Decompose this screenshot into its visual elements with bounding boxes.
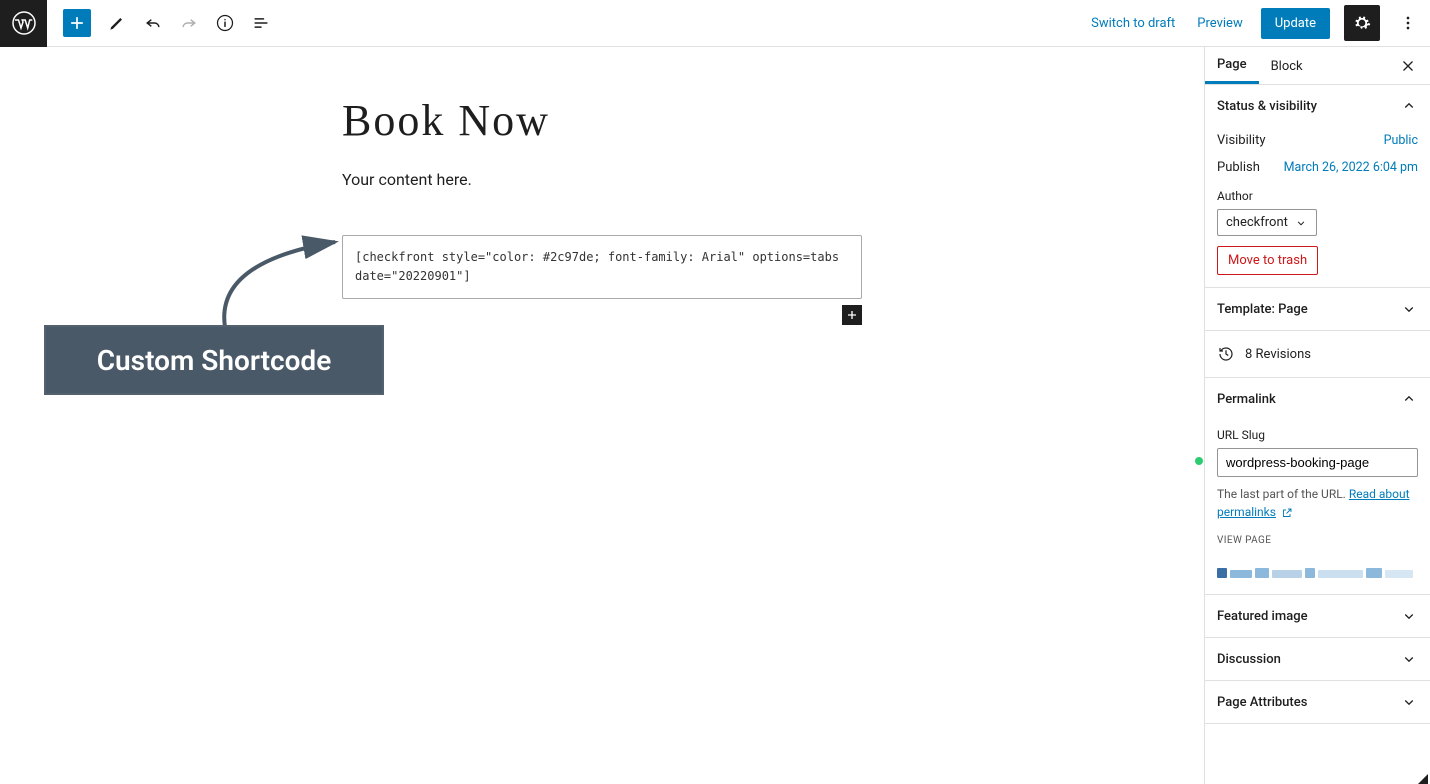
panel-permalink-head[interactable]: Permalink	[1205, 378, 1430, 420]
redo-button[interactable]	[171, 5, 207, 41]
top-toolbar: Switch to draft Preview Update	[0, 0, 1430, 47]
revisions-label: 8 Revisions	[1245, 347, 1311, 362]
panel-template-title: Template: Page	[1217, 302, 1308, 317]
panel-discussion-title: Discussion	[1217, 652, 1281, 667]
page-title[interactable]: Book Now	[342, 95, 1204, 146]
panel-featured-head[interactable]: Featured image	[1205, 595, 1430, 637]
panel-featured-title: Featured image	[1217, 609, 1308, 624]
editor-canvas: Book Now Your content here. [checkfront …	[0, 47, 1204, 784]
history-icon	[1217, 345, 1235, 363]
annotation-arrow	[205, 227, 355, 337]
toolbar-left	[47, 5, 279, 41]
update-button[interactable]: Update	[1261, 8, 1330, 39]
page-content[interactable]: Your content here.	[342, 170, 1204, 189]
panel-status: Status & visibility Visibility Public Pu…	[1205, 85, 1430, 288]
visibility-row: Visibility Public	[1217, 127, 1418, 154]
panel-featured-image: Featured image	[1205, 595, 1430, 638]
add-block-button[interactable]	[63, 9, 91, 37]
author-select[interactable]: checkfront	[1217, 209, 1317, 236]
chevron-down-icon	[1294, 216, 1308, 230]
publish-label: Publish	[1217, 160, 1260, 175]
undo-icon	[143, 13, 163, 33]
wordpress-icon	[12, 11, 36, 35]
move-to-trash-button[interactable]: Move to trash	[1217, 246, 1318, 275]
panel-status-body: Visibility Public Publish March 26, 2022…	[1205, 127, 1430, 287]
add-block-inline-button[interactable]	[842, 305, 862, 325]
panel-template: Template: Page	[1205, 288, 1430, 331]
revisions-row[interactable]: 8 Revisions	[1205, 331, 1430, 378]
resize-handle[interactable]	[1418, 774, 1428, 784]
gear-icon	[1352, 13, 1372, 33]
status-indicator-dot	[1195, 457, 1203, 465]
tab-page[interactable]: Page	[1205, 47, 1259, 84]
plus-icon	[844, 307, 860, 323]
publish-row: Publish March 26, 2022 6:04 pm	[1217, 154, 1418, 181]
panel-attributes-title: Page Attributes	[1217, 695, 1307, 710]
edit-tool-button[interactable]	[99, 5, 135, 41]
panel-discussion-head[interactable]: Discussion	[1205, 638, 1430, 680]
info-button[interactable]	[207, 5, 243, 41]
chevron-down-icon	[1400, 650, 1418, 668]
settings-sidebar: Page Block Status & visibility Visibilit…	[1204, 47, 1430, 784]
undo-button[interactable]	[135, 5, 171, 41]
redo-icon	[179, 13, 199, 33]
chevron-down-icon	[1400, 300, 1418, 318]
view-page-label: VIEW PAGE	[1217, 535, 1418, 546]
main-area: Book Now Your content here. [checkfront …	[0, 47, 1430, 784]
visibility-value[interactable]: Public	[1384, 133, 1418, 148]
annotation-label: Custom Shortcode	[44, 325, 384, 395]
close-icon	[1399, 57, 1417, 75]
chevron-up-icon	[1400, 97, 1418, 115]
settings-button[interactable]	[1344, 5, 1380, 41]
external-link-icon	[1281, 507, 1293, 519]
chevron-down-icon	[1400, 607, 1418, 625]
url-slug-label: URL Slug	[1217, 428, 1418, 442]
publish-value[interactable]: March 26, 2022 6:04 pm	[1284, 160, 1418, 175]
permalink-help-prefix: The last part of the URL.	[1217, 487, 1349, 501]
panel-permalink: Permalink URL Slug The last part of the …	[1205, 378, 1430, 595]
switch-to-draft-button[interactable]: Switch to draft	[1087, 10, 1179, 37]
more-options-button[interactable]	[1394, 5, 1422, 41]
author-label: Author	[1217, 189, 1418, 203]
panel-status-title: Status & visibility	[1217, 99, 1317, 114]
tab-block[interactable]: Block	[1259, 49, 1315, 83]
panel-template-head[interactable]: Template: Page	[1205, 288, 1430, 330]
panel-discussion: Discussion	[1205, 638, 1430, 681]
url-slug-input[interactable]	[1217, 448, 1418, 477]
sidebar-tabs: Page Block	[1205, 47, 1430, 85]
chevron-down-icon	[1400, 693, 1418, 711]
permalink-url-blurred[interactable]	[1217, 554, 1418, 578]
dots-vertical-icon	[1398, 13, 1418, 33]
list-icon	[251, 13, 271, 33]
permalink-help: The last part of the URL. Read about per…	[1217, 485, 1418, 521]
plus-icon	[67, 13, 87, 33]
shortcode-block[interactable]: [checkfront style="color: #2c97de; font-…	[342, 235, 862, 299]
preview-button[interactable]: Preview	[1193, 10, 1246, 37]
chevron-up-icon	[1400, 390, 1418, 408]
toolbar-right: Switch to draft Preview Update	[1087, 5, 1430, 41]
panel-attributes: Page Attributes	[1205, 681, 1430, 724]
close-sidebar-button[interactable]	[1390, 48, 1426, 84]
author-value: checkfront	[1226, 215, 1288, 230]
panel-attributes-head[interactable]: Page Attributes	[1205, 681, 1430, 723]
visibility-label: Visibility	[1217, 133, 1266, 148]
panel-permalink-body: URL Slug The last part of the URL. Read …	[1205, 428, 1430, 594]
info-icon	[215, 13, 235, 33]
outline-button[interactable]	[243, 5, 279, 41]
panel-status-head[interactable]: Status & visibility	[1205, 85, 1430, 127]
wordpress-logo[interactable]	[0, 0, 47, 47]
pencil-icon	[107, 13, 127, 33]
panel-permalink-title: Permalink	[1217, 392, 1276, 407]
